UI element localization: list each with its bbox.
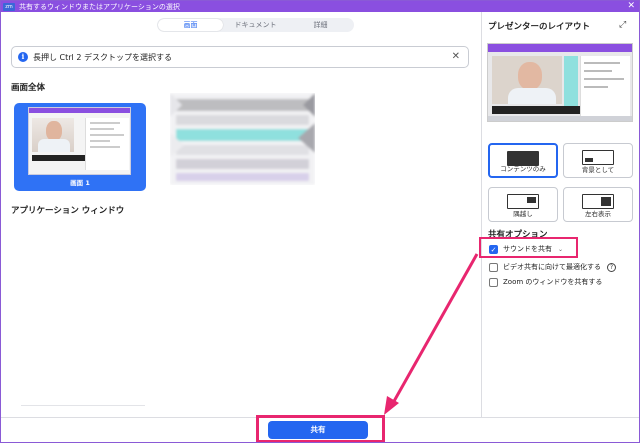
layout-content-only-button[interactable]: コンテンツのみ (488, 143, 558, 178)
tab-advanced[interactable]: 詳細 (288, 19, 353, 31)
list-divider (21, 405, 145, 406)
window-title: 共有するウィンドウまたはアプリケーションの選択 (19, 2, 180, 11)
presenter-layout-title: プレゼンターのレイアウト (488, 22, 591, 32)
tab-screen[interactable]: 画面 (158, 19, 223, 31)
layout-background-button[interactable]: 背景として (563, 143, 633, 178)
expand-icon[interactable]: ⤢ (619, 20, 626, 30)
info-banner: i 長押し Ctrl 2 デスクトップを選択する ✕ (11, 46, 469, 68)
application-window-heading: アプリケーション ウィンドウ (11, 206, 125, 216)
layout-label: 背景として (581, 166, 615, 174)
whole-screen-heading: 画面全体 (11, 83, 46, 93)
info-text: 長押し Ctrl 2 デスクトップを選択する (33, 52, 172, 62)
close-window-icon[interactable]: ✕ (627, 1, 635, 12)
optimize-video-option[interactable]: ビデオ共有に向けて最適化する ? (489, 262, 616, 272)
info-icon: i (18, 52, 28, 62)
share-button[interactable]: 共有 (268, 421, 368, 439)
layout-label: 隅越し (513, 210, 533, 218)
screen-1-label: 画面 1 (70, 179, 90, 187)
tab-bar: 画面 ドキュメント 詳細 (157, 18, 354, 32)
optimize-video-checkbox[interactable] (489, 262, 498, 272)
tab-documents[interactable]: ドキュメント (223, 19, 288, 31)
share-zoom-windows-option[interactable]: Zoom のウィンドウを共有する (489, 277, 602, 287)
side-by-side-icon (582, 194, 614, 209)
blurred-window-thumbnail[interactable] (170, 93, 315, 185)
optimize-video-label: ビデオ共有に向けて最適化する (503, 263, 601, 271)
title-bar: zm 共有するウィンドウまたはアプリケーションの選択 ✕ (1, 1, 639, 12)
help-icon[interactable]: ? (607, 262, 616, 272)
sound-option-highlight (479, 237, 578, 258)
layout-side-by-side-button[interactable]: 左右表示 (563, 187, 633, 222)
corner-layout-icon (507, 194, 539, 209)
screen-1-thumbnail (28, 107, 131, 175)
zoom-logo: zm (3, 2, 15, 11)
screen-1-card[interactable]: 画面 1 (14, 103, 146, 191)
layout-preview (487, 43, 633, 122)
panel-divider (481, 12, 482, 417)
share-zoom-windows-checkbox[interactable] (489, 277, 498, 287)
layout-label: 左右表示 (585, 210, 611, 218)
close-icon[interactable]: ✕ (452, 51, 460, 62)
share-screen-dialog: zm 共有するウィンドウまたはアプリケーションの選択 ✕ 画面 ドキュメント 詳… (0, 0, 640, 443)
layout-label: コンテンツのみ (500, 165, 546, 173)
share-zoom-windows-label: Zoom のウィンドウを共有する (503, 278, 603, 286)
background-layout-icon (582, 150, 614, 165)
layout-corner-button[interactable]: 隅越し (488, 187, 558, 222)
